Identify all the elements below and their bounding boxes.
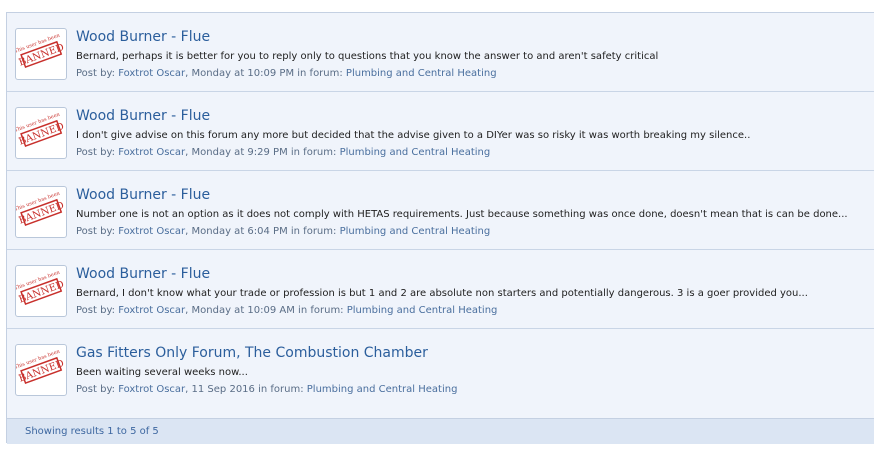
result-title[interactable]: Wood Burner - Flue: [76, 29, 210, 45]
forum-link[interactable]: Plumbing and Central Heating: [307, 384, 458, 395]
posted-by-label: Post by:: [76, 68, 119, 79]
banned-avatar[interactable]: This user has been BANNED: [15, 107, 67, 159]
post-date: , Monday at 9:29 PM in forum:: [185, 147, 340, 158]
result-item: This user has been BANNED Wood Burner - …: [7, 171, 874, 250]
result-snippet: Bernard, perhaps it is better for you to…: [76, 51, 659, 62]
posted-by-label: Post by:: [76, 384, 119, 395]
banned-stamp-icon: This user has been BANNED: [16, 32, 66, 68]
banned-avatar[interactable]: This user has been BANNED: [15, 265, 67, 317]
result-meta: Post by: Foxtrot Oscar, 11 Sep 2016 in f…: [76, 384, 457, 395]
result-item: This user has been BANNED Wood Burner - …: [7, 250, 874, 329]
banned-avatar[interactable]: This user has been BANNED: [15, 28, 67, 80]
author-link[interactable]: Foxtrot Oscar: [118, 305, 185, 316]
result-snippet: Number one is not an option as it does n…: [76, 209, 848, 220]
forum-link[interactable]: Plumbing and Central Heating: [346, 68, 497, 79]
result-title[interactable]: Wood Burner - Flue: [76, 266, 210, 282]
author-link[interactable]: Foxtrot Oscar: [118, 226, 185, 237]
banned-stamp-icon: This user has been BANNED: [16, 111, 66, 147]
result-snippet: Been waiting several weeks now...: [76, 367, 248, 378]
banned-avatar[interactable]: This user has been BANNED: [15, 344, 67, 396]
post-date: , 11 Sep 2016 in forum:: [185, 384, 307, 395]
posted-by-label: Post by:: [76, 305, 119, 316]
result-meta: Post by: Foxtrot Oscar, Monday at 9:29 P…: [76, 147, 490, 158]
banned-avatar[interactable]: This user has been BANNED: [15, 186, 67, 238]
result-title[interactable]: Gas Fitters Only Forum, The Combustion C…: [76, 345, 428, 361]
banned-stamp-icon: This user has been BANNED: [16, 269, 66, 305]
author-link[interactable]: Foxtrot Oscar: [118, 384, 185, 395]
post-date: , Monday at 10:09 AM in forum:: [185, 305, 347, 316]
forum-link[interactable]: Plumbing and Central Heating: [340, 147, 491, 158]
result-title[interactable]: Wood Burner - Flue: [76, 187, 210, 203]
author-link[interactable]: Foxtrot Oscar: [118, 68, 185, 79]
banned-stamp-icon: This user has been BANNED: [16, 190, 66, 226]
search-results-list: This user has been BANNED Wood Burner - …: [6, 12, 874, 444]
posted-by-label: Post by:: [76, 226, 119, 237]
result-item: This user has been BANNED Wood Burner - …: [7, 13, 874, 92]
author-link[interactable]: Foxtrot Oscar: [118, 147, 185, 158]
result-meta: Post by: Foxtrot Oscar, Monday at 10:09 …: [76, 305, 497, 316]
result-snippet: Bernard, I don't know what your trade or…: [76, 288, 808, 299]
result-title[interactable]: Wood Burner - Flue: [76, 108, 210, 124]
post-date: , Monday at 6:04 PM in forum:: [185, 226, 340, 237]
banned-stamp-icon: This user has been BANNED: [16, 348, 66, 384]
result-meta: Post by: Foxtrot Oscar, Monday at 6:04 P…: [76, 226, 490, 237]
result-item: This user has been BANNED Gas Fitters On…: [7, 329, 874, 418]
results-count: Showing results 1 to 5 of 5: [25, 426, 159, 437]
forum-link[interactable]: Plumbing and Central Heating: [340, 226, 491, 237]
result-snippet: I don't give advise on this forum any mo…: [76, 130, 751, 141]
posted-by-label: Post by:: [76, 147, 119, 158]
result-item: This user has been BANNED Wood Burner - …: [7, 92, 874, 171]
forum-link[interactable]: Plumbing and Central Heating: [347, 305, 498, 316]
results-footer: Showing results 1 to 5 of 5: [7, 418, 874, 444]
post-date: , Monday at 10:09 PM in forum:: [185, 68, 346, 79]
result-meta: Post by: Foxtrot Oscar, Monday at 10:09 …: [76, 68, 497, 79]
